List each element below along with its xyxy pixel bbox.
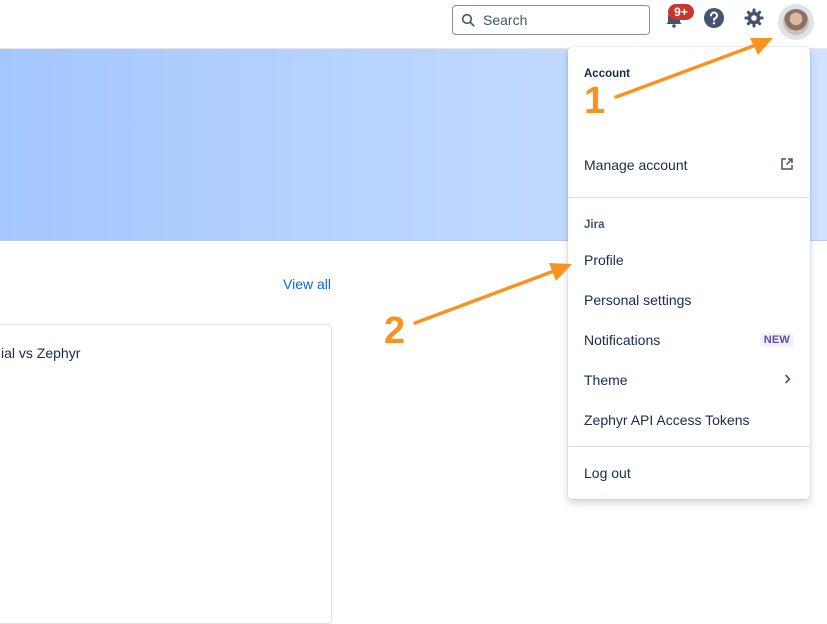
menu-divider	[568, 197, 810, 198]
notifications-label: Notifications	[584, 332, 661, 348]
settings-button[interactable]	[742, 8, 766, 32]
profile-label: Profile	[584, 252, 624, 268]
profile-button[interactable]	[778, 4, 814, 40]
new-badge: NEW	[759, 333, 794, 347]
personal-settings-label: Personal settings	[584, 292, 692, 308]
help-icon	[703, 7, 725, 34]
notification-count-badge: 9+	[668, 4, 694, 20]
logout-label: Log out	[584, 465, 631, 481]
search-box[interactable]	[452, 5, 650, 35]
manage-account-label: Manage account	[584, 157, 688, 173]
chevron-right-icon	[782, 372, 794, 388]
external-link-icon	[780, 157, 794, 174]
view-all-link[interactable]: View all	[283, 276, 331, 292]
menu-divider	[568, 446, 810, 447]
search-input[interactable]	[481, 11, 645, 29]
avatar	[783, 9, 809, 35]
annotation-marker-1: 1	[584, 80, 606, 122]
zephyr-api-tokens-item[interactable]: Zephyr API Access Tokens	[568, 402, 810, 438]
zephyr-api-tokens-label: Zephyr API Access Tokens	[584, 412, 750, 428]
personal-settings-item[interactable]: Personal settings	[568, 282, 810, 318]
logout-item[interactable]: Log out	[568, 455, 810, 491]
card-title: ial vs Zephyr	[1, 345, 81, 361]
jira-section-heading: Jira	[584, 219, 605, 231]
profile-item[interactable]: Profile	[568, 242, 810, 278]
theme-item[interactable]: Theme	[568, 362, 810, 398]
notifications-item[interactable]: Notifications NEW	[568, 322, 810, 358]
gear-icon	[743, 7, 765, 34]
top-navigation-bar: 9+	[0, 0, 827, 49]
account-section-heading: Account	[584, 68, 630, 80]
search-icon	[461, 13, 475, 27]
annotation-arrow-2	[413, 263, 572, 325]
theme-label: Theme	[584, 372, 628, 388]
manage-account-item[interactable]: Manage account	[568, 147, 810, 183]
help-button[interactable]	[702, 7, 726, 34]
project-card[interactable]: ial vs Zephyr	[0, 324, 332, 624]
annotation-marker-2: 2	[384, 310, 406, 352]
